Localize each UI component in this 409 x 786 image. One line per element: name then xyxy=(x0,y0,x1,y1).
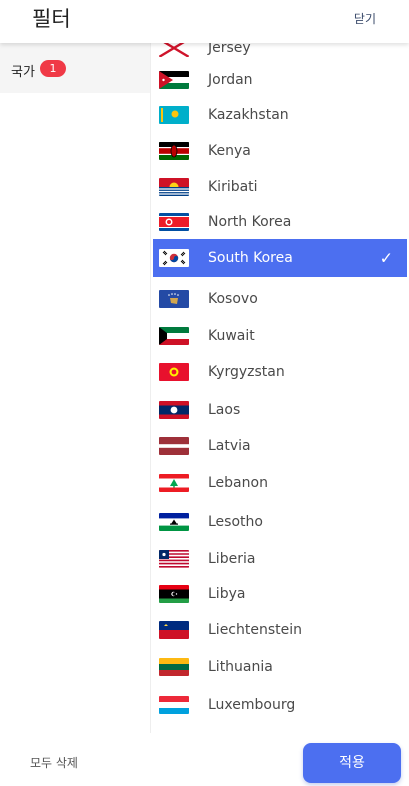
country-name: Kiribati xyxy=(208,178,258,195)
kiribati-flag-icon xyxy=(159,177,189,196)
laos-flag-icon xyxy=(159,400,189,419)
country-name: South Korea xyxy=(208,250,293,266)
list-item-country[interactable]: Kyrgyzstan xyxy=(151,353,409,390)
jersey-flag-icon xyxy=(159,43,189,57)
country-name: Jordan xyxy=(208,71,253,88)
country-name: Libya xyxy=(208,585,246,602)
kosovo-flag-icon xyxy=(159,289,189,308)
kyrgyzstan-flag-icon xyxy=(159,362,189,381)
sidebar-item-country[interactable]: 국가 1 xyxy=(0,43,150,93)
list-item-country[interactable]: Luxembourg xyxy=(151,686,409,723)
country-name: Luxembourg xyxy=(208,696,296,713)
footer: 모두 삭제 적용 xyxy=(0,733,409,786)
list-item-country[interactable]: Lithuania xyxy=(151,648,409,685)
country-name: Kenya xyxy=(208,142,251,159)
country-name: Lithuania xyxy=(208,658,273,675)
country-name: Jersey xyxy=(208,43,251,56)
list-item-country[interactable]: Kiribati xyxy=(151,168,409,205)
list-item-country[interactable]: Latvia xyxy=(151,427,409,464)
country-name: Laos xyxy=(208,401,241,418)
apply-button[interactable]: 적용 xyxy=(303,743,401,783)
lesotho-flag-icon xyxy=(159,512,189,531)
luxembourg-flag-icon xyxy=(159,695,189,714)
clear-all-button[interactable]: 모두 삭제 xyxy=(30,754,78,771)
country-name: North Korea xyxy=(208,213,292,230)
country-name: Lebanon xyxy=(208,474,268,491)
lithuania-flag-icon xyxy=(159,657,189,676)
count-badge: 1 xyxy=(40,60,66,77)
country-name: Liechtenstein xyxy=(208,621,303,638)
list-item-country[interactable]: Kuwait xyxy=(151,317,409,354)
country-name: Kazakhstan xyxy=(208,106,289,123)
list-item-country[interactable]: Lesotho xyxy=(151,503,409,540)
kenya-flag-icon xyxy=(159,141,189,160)
list-item-country[interactable]: Kosovo xyxy=(151,280,409,317)
kazakhstan-flag-icon xyxy=(159,105,189,124)
country-name: Kosovo xyxy=(208,290,258,307)
list-item-country[interactable]: Lebanon xyxy=(151,464,409,501)
kuwait-flag-icon xyxy=(159,326,189,345)
list-item-country[interactable]: Jordan xyxy=(151,61,409,98)
list-item-country[interactable]: North Korea xyxy=(151,203,409,240)
page-title: 필터 xyxy=(32,7,71,31)
country-name: Lesotho xyxy=(208,513,263,530)
list-item-country[interactable]: Libya xyxy=(151,575,409,612)
close-button[interactable]: 닫기 xyxy=(354,10,376,27)
liberia-flag-icon xyxy=(159,549,189,568)
liechtenstein-flag-icon xyxy=(159,620,189,639)
country-name: Kyrgyzstan xyxy=(208,363,285,380)
list-item-country[interactable]: Kazakhstan xyxy=(151,96,409,133)
list-item-country[interactable]: Liberia xyxy=(151,540,409,577)
jordan-flag-icon xyxy=(159,70,189,89)
header: 필터 닫기 xyxy=(0,0,409,43)
north-korea-flag-icon xyxy=(159,212,189,231)
latvia-flag-icon xyxy=(159,436,189,455)
south-korea-flag-icon xyxy=(159,249,189,267)
country-name: Kuwait xyxy=(208,327,255,344)
lebanon-flag-icon xyxy=(159,473,189,492)
country-list[interactable]: Jersey Jordan Kazakhstan Kenya Kiribati … xyxy=(150,43,409,733)
checkmark-icon: ✓ xyxy=(379,248,393,268)
filter-sidebar: 국가 1 xyxy=(0,43,150,733)
list-item-country[interactable]: Laos xyxy=(151,391,409,428)
list-item-country-selected[interactable]: South Korea ✓ xyxy=(153,239,407,277)
libya-flag-icon xyxy=(159,584,189,603)
country-name: Liberia xyxy=(208,550,256,567)
list-item-country[interactable]: Liechtenstein xyxy=(151,611,409,648)
list-item-country[interactable]: Kenya xyxy=(151,132,409,169)
sidebar-item-label: 국가 xyxy=(11,65,35,80)
country-name: Latvia xyxy=(208,437,251,454)
